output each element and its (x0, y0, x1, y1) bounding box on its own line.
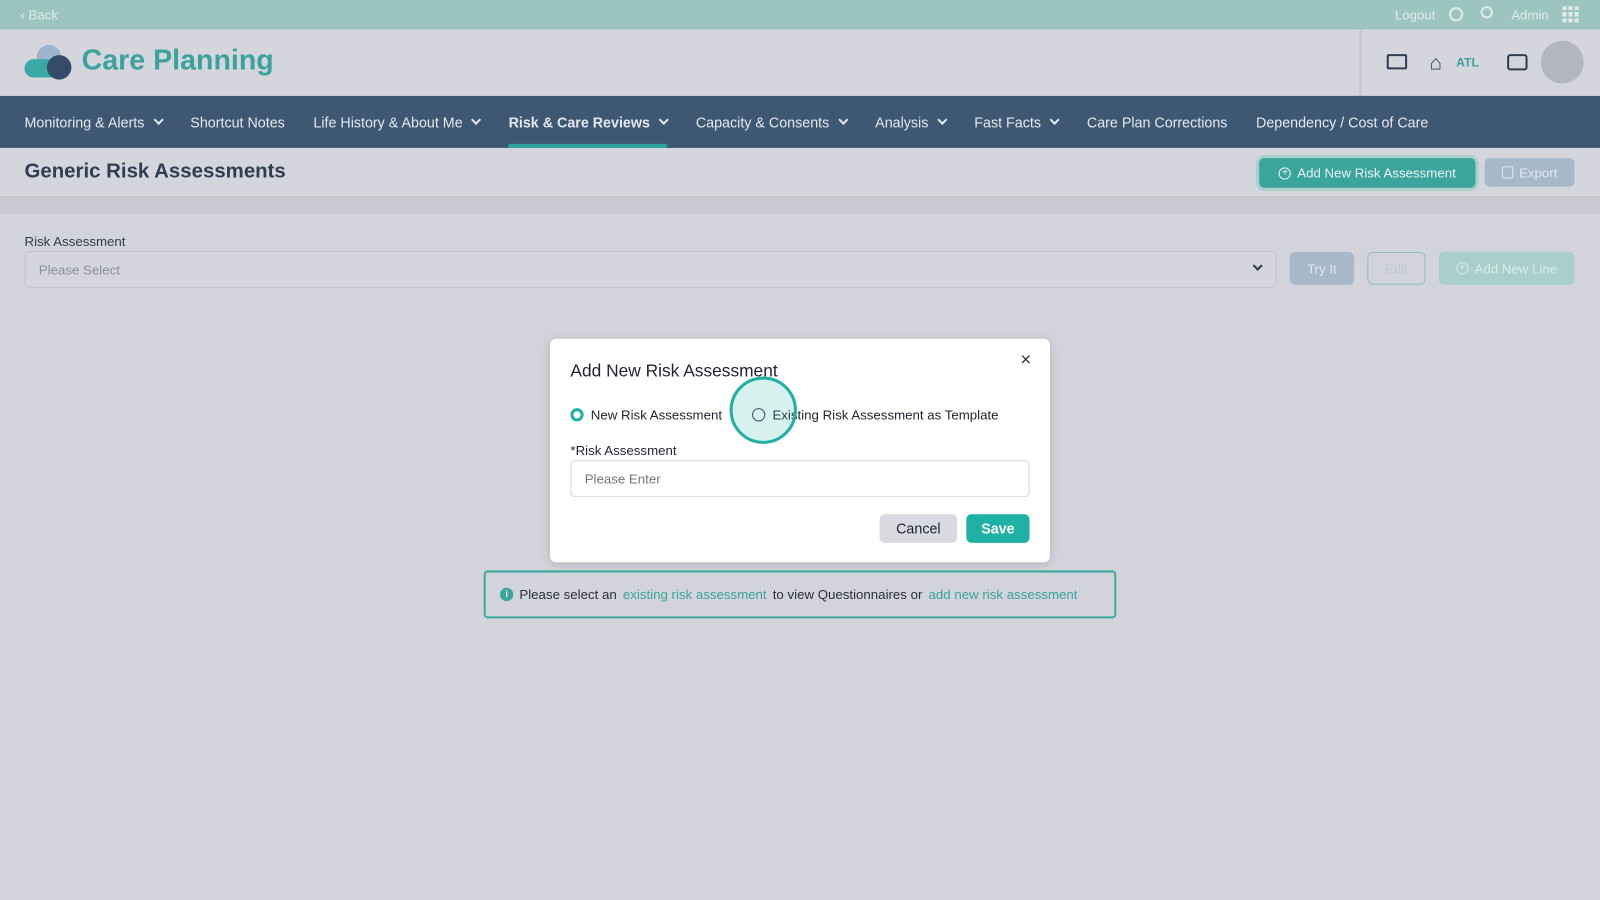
select-placeholder: Please Select (38, 262, 120, 278)
page-title: Generic Risk Assessments (24, 160, 286, 183)
info-text: to view Questionnaires or (772, 586, 923, 603)
apps-grid-icon[interactable] (1562, 6, 1579, 23)
nav-item-label: Care Plan Corrections (1086, 113, 1228, 131)
try-it-button[interactable]: Try It (1289, 252, 1355, 285)
info-icon: i (499, 587, 514, 602)
risk-assessment-label: Risk Assessment (24, 233, 126, 249)
risk-assessment-input[interactable] (570, 460, 1030, 497)
nav-item-label: Shortcut Notes (190, 113, 285, 131)
nav-item-label: Fast Facts (974, 113, 1041, 131)
export-label: Export (1519, 164, 1558, 181)
app-title: Care Planning (81, 43, 274, 76)
add-button-label: Add New Risk Assessment (1297, 165, 1456, 181)
page-header: Generic Risk Assessments + Add New Risk … (0, 147, 1600, 197)
close-icon[interactable]: × (1020, 349, 1031, 370)
chevron-down-icon (837, 114, 849, 125)
risk-assessment-select[interactable]: Please Select (24, 251, 1277, 288)
logout-icon[interactable] (1448, 7, 1464, 22)
add-new-risk-assessment-link[interactable]: add new risk assessment (929, 587, 1078, 602)
mail-icon[interactable] (1386, 54, 1408, 70)
plus-circle-icon: + (1456, 262, 1469, 275)
back-link[interactable]: ‹ Back (20, 7, 58, 22)
avatar[interactable] (1540, 40, 1584, 84)
cancel-button[interactable]: Cancel (879, 514, 958, 543)
radio-existing-label: Existing Risk Assessment as Template (772, 407, 999, 423)
nav-item[interactable]: Dependency / Cost of Care (1256, 96, 1428, 148)
click-indicator (729, 376, 797, 444)
field-label: *Risk Assessment (570, 442, 677, 459)
radio-new-label: New Risk Assessment (590, 407, 723, 423)
info-banner: i Please select an existing risk assessm… (483, 570, 1117, 619)
nav-item[interactable]: Capacity & Consents (695, 96, 849, 148)
add-new-line-button[interactable]: + Add New Line (1438, 252, 1575, 285)
app-header: Care Planning ⌂ ATL (0, 29, 1600, 96)
chevron-down-icon (1049, 114, 1060, 125)
add-line-label: Add New Line (1474, 260, 1558, 277)
chevron-down-icon (658, 114, 669, 125)
nav-item[interactable]: Care Plan Corrections (1087, 96, 1228, 148)
logo-icon (24, 44, 73, 82)
nav-item-label: Risk & Care Reviews (508, 113, 650, 131)
radio-checked-icon (570, 408, 584, 422)
chevron-down-icon (153, 114, 164, 125)
info-text: Please select an (519, 586, 617, 603)
existing-risk-assessment-link[interactable]: existing risk assessment (623, 587, 767, 602)
nav-item[interactable]: Fast Facts (974, 96, 1060, 148)
print-icon[interactable] (1507, 54, 1528, 71)
top-bar: ‹ Back Logout Admin (0, 0, 1600, 30)
edit-button[interactable]: Edit (1367, 252, 1426, 285)
plus-circle-icon: + (1278, 166, 1292, 180)
chevron-down-icon (471, 114, 482, 125)
chevron-down-icon (937, 114, 948, 125)
nav-item-label: Capacity & Consents (695, 113, 830, 131)
chevron-down-icon (1252, 260, 1263, 271)
main-nav: Monitoring & Alerts Shortcut Notes Life Hi… (0, 95, 1600, 148)
modal-title: Add New Risk Assessment (570, 361, 778, 381)
nav-item[interactable]: Monitoring & Alerts (24, 96, 164, 148)
nav-item-label: Life History & About Me (313, 113, 463, 131)
user-name[interactable]: Admin (1511, 7, 1549, 22)
nav-item[interactable]: Life History & About Me (313, 96, 482, 148)
nav-item-label: Monitoring & Alerts (24, 113, 145, 131)
search-icon[interactable] (1480, 6, 1493, 19)
add-risk-assessment-modal: Add New Risk Assessment × New Risk Asses… (549, 338, 1050, 563)
save-button[interactable]: Save (966, 514, 1030, 543)
radio-new[interactable]: New Risk Assessment (570, 407, 722, 422)
nav-item-label: Dependency / Cost of Care (1256, 113, 1429, 131)
divider-band (0, 196, 1600, 215)
home-icon[interactable]: ⌂ (1430, 52, 1442, 75)
export-icon (1501, 166, 1513, 179)
nav-item[interactable]: Analysis (875, 96, 948, 148)
nav-item[interactable]: Risk & Care Reviews (508, 96, 669, 148)
logout-link[interactable]: Logout (1395, 7, 1436, 22)
nav-item-label: Analysis (875, 113, 929, 131)
nav-item[interactable]: Shortcut Notes (190, 96, 284, 148)
export-button[interactable]: Export (1484, 158, 1575, 187)
add-risk-assessment-button[interactable]: + Add New Risk Assessment (1259, 158, 1476, 188)
home-label[interactable]: ATL (1456, 55, 1479, 69)
